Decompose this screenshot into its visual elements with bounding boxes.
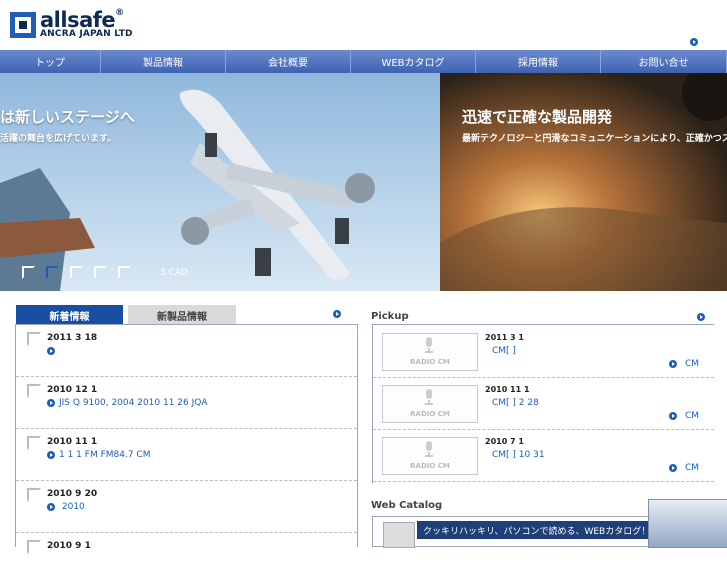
microphone-icon (425, 337, 433, 353)
news-link[interactable]: JIS Q 9100, 2004 2010 11 26 JQA (47, 398, 208, 408)
web-catalog-heading: Web Catalog (371, 500, 443, 511)
pickup-cm-link[interactable]: CM (669, 359, 699, 369)
news-date: 2010 9 1 (47, 541, 91, 551)
news-bullet-icon (27, 488, 41, 502)
cad-label: 3 CAD (160, 268, 188, 278)
news-section: 新着情報 新製品情報 2011 3 18 2010 12 1 JIS Q 910… (15, 305, 358, 554)
slide-thumbnails (22, 266, 131, 279)
radio-cm-badge[interactable]: RADIO CM (382, 333, 478, 371)
catalog-book-icon (383, 522, 415, 548)
hero-right-title: 迅速で正確な製品開発 (462, 108, 613, 126)
slide-thumb-4[interactable] (94, 266, 107, 279)
pickup-item[interactable]: RADIO CM 2010 7 1 CM[ ] 10 31 CM (373, 429, 714, 482)
pickup-cm-link[interactable]: CM (669, 411, 699, 421)
arrow-icon (47, 502, 55, 511)
news-bullet-icon (27, 436, 41, 450)
news-list: 2011 3 18 2010 12 1 JIS Q 9100, 2004 201… (15, 324, 358, 554)
arrow-icon (669, 463, 677, 472)
hero-slide-airplane[interactable]: は新しいステージへ 活躍の舞台を広げています。 3 CAD (0, 73, 440, 291)
news-bullet-icon (27, 384, 41, 398)
catalog-banner-text: クッキリハッキリ、パソコンで読める、WEBカタログ！ (417, 521, 663, 539)
slide-thumb-5[interactable] (118, 266, 131, 279)
news-more-arrow-icon[interactable] (333, 310, 341, 318)
arrow-icon (47, 346, 55, 355)
news-date: 2010 12 1 (47, 385, 98, 395)
microphone-icon (425, 389, 433, 405)
radio-cm-badge[interactable]: RADIO CM (382, 385, 478, 423)
radio-cm-badge[interactable]: RADIO CM (382, 437, 478, 475)
pickup-cm-link[interactable]: CM (669, 463, 699, 473)
slide-thumb-2[interactable] (46, 266, 59, 279)
news-date: 2011 3 18 (47, 333, 98, 343)
hero-slide-sparks[interactable]: 迅速で正確な製品開発 最新テクノロジーと円滑なコミュニケーションにより、正確かつ… (440, 73, 727, 291)
logo-mark-icon (10, 12, 36, 38)
hero-right-subtitle: 最新テクノロジーと円滑なコミュニケーションにより、正確かつスピ (462, 134, 727, 144)
pickup-date: 2010 7 1 (485, 437, 524, 446)
microphone-icon (425, 441, 433, 457)
slide-thumb-1[interactable] (22, 266, 35, 279)
news-date: 2010 9 20 (47, 489, 98, 499)
nav-top[interactable]: トップ (0, 50, 101, 73)
pickup-item[interactable]: RADIO CM 2010 11 1 CM[ ] 2 28 CM (373, 377, 714, 430)
news-item[interactable]: 2011 3 18 (16, 325, 357, 377)
main-nav: トップ 製品情報 会社概要 WEBカタログ 採用情報 お問い合せ (0, 50, 727, 73)
arrow-icon (669, 411, 677, 420)
news-link[interactable]: 1 1 1 FM FM84.7 CM (47, 450, 150, 460)
tab-news[interactable]: 新着情報 (16, 305, 123, 325)
pickup-text: CM[ ] 2 28 (492, 398, 539, 408)
news-bullet-icon (27, 332, 41, 346)
pickup-more-arrow-icon[interactable] (697, 313, 705, 321)
pickup-date: 2010 11 1 (485, 385, 530, 394)
catalog-package-image (648, 499, 727, 548)
arrow-icon (47, 450, 55, 459)
logo-subtitle: ANCRA JAPAN LTD (40, 29, 133, 39)
pickup-item[interactable]: RADIO CM 2011 3 1 CM[ ] CM (373, 325, 714, 378)
hero-left-title: は新しいステージへ (0, 108, 135, 126)
nav-web-catalog[interactable]: WEBカタログ (351, 50, 476, 73)
arrow-icon[interactable] (690, 37, 698, 46)
site-header: allsafe® ANCRA JAPAN LTD (0, 0, 727, 50)
arrow-icon (669, 359, 677, 368)
pickup-date: 2011 3 1 (485, 333, 524, 342)
news-item[interactable]: 2010 12 1 JIS Q 9100, 2004 2010 11 26 JQ… (16, 377, 357, 429)
web-catalog-banner[interactable]: クッキリハッキリ、パソコンで読める、WEBカタログ！ (372, 499, 727, 548)
news-item[interactable]: 2010 11 1 1 1 1 FM FM84.7 CM (16, 429, 357, 481)
hero-slider: は新しいステージへ 活躍の舞台を広げています。 3 CAD 迅速で正確な製品開発 (0, 73, 727, 291)
pickup-list: RADIO CM 2011 3 1 CM[ ] CM RADIO CM 2010… (372, 324, 714, 483)
nav-company[interactable]: 会社概要 (226, 50, 351, 73)
slide-thumb-3[interactable] (70, 266, 83, 279)
arrow-icon (47, 398, 55, 407)
news-item[interactable]: 2010 9 20 2010 (16, 481, 357, 533)
pickup-text: CM[ ] (492, 346, 516, 356)
nav-products[interactable]: 製品情報 (101, 50, 226, 73)
pickup-text: CM[ ] 10 31 (492, 450, 545, 460)
tab-new-products[interactable]: 新製品情報 (128, 305, 236, 325)
hero-left-subtitle: 活躍の舞台を広げています。 (0, 134, 117, 144)
nav-contact[interactable]: お問い合せ (601, 50, 727, 73)
news-date: 2010 11 1 (47, 437, 98, 447)
news-item[interactable]: 2010 9 1 (16, 533, 357, 584)
allsafe-logo[interactable]: allsafe® ANCRA JAPAN LTD (10, 8, 150, 42)
news-link[interactable]: 2010 (47, 502, 85, 512)
nav-recruit[interactable]: 採用情報 (476, 50, 601, 73)
pickup-heading: Pickup (371, 311, 409, 322)
news-link[interactable] (47, 346, 59, 356)
news-bullet-icon (27, 540, 41, 554)
